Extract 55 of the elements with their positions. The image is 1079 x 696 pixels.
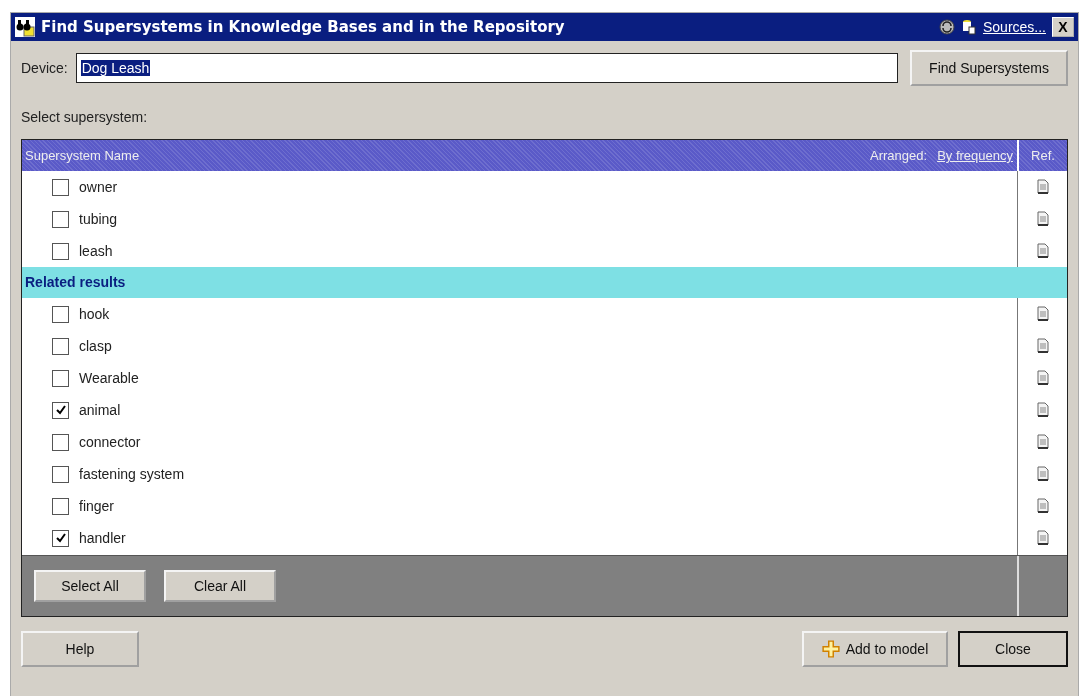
find-supersystems-button[interactable]: Find Supersystems [910, 50, 1068, 86]
table-button[interactable]: Select All [34, 570, 146, 602]
checkbox[interactable] [52, 369, 69, 387]
sort-link[interactable]: By frequency [937, 140, 1019, 171]
selected-text: Dog Leash [80, 60, 151, 76]
sources-link[interactable]: Sources... [982, 19, 1046, 35]
supersystem-name: finger [79, 498, 115, 514]
binoculars-icon [15, 17, 35, 37]
section-header: Related results [22, 267, 1067, 298]
document-icon[interactable] [1036, 306, 1049, 322]
refresh-icon[interactable] [938, 19, 955, 35]
column-header: Ref. [1030, 148, 1056, 163]
checkbox[interactable] [52, 337, 69, 355]
close-button[interactable]: X [1052, 17, 1074, 37]
checkbox[interactable] [52, 433, 69, 451]
window-title: Find Supersystems in Knowledge Bases and in the Repository [41, 18, 565, 36]
document-icon[interactable] [1036, 370, 1049, 386]
document-icon[interactable] [1036, 179, 1049, 195]
document-icon[interactable] [1036, 243, 1049, 259]
checkbox[interactable] [52, 178, 69, 196]
arranged-label: Arranged: [870, 148, 928, 163]
checkbox[interactable] [52, 465, 69, 483]
checkbox[interactable] [52, 529, 69, 547]
supersystem-name: tubing [79, 211, 118, 227]
document-icon[interactable] [1036, 498, 1049, 514]
column-header: Supersystem Name [24, 148, 140, 163]
checkbox[interactable] [52, 401, 69, 419]
device-field[interactable]: Dog Leash [75, 53, 898, 83]
checkbox[interactable] [52, 242, 69, 260]
supersystem-name: hook [79, 306, 110, 322]
document-icon[interactable] [1036, 402, 1049, 418]
supersystem-name: connector [79, 434, 141, 450]
supersystem-name: owner [79, 179, 118, 195]
document-icon[interactable] [1036, 466, 1049, 482]
add-to-model-button[interactable]: Add to model [802, 631, 948, 667]
document-icon[interactable] [1036, 530, 1049, 546]
document-icon[interactable] [1036, 338, 1049, 354]
database-icon[interactable] [960, 19, 977, 35]
supersystem-name: handler [79, 530, 126, 546]
supersystem-name: leash [79, 243, 113, 259]
close-button[interactable]: Close [958, 631, 1068, 667]
select-label: Select supersystem: [21, 109, 149, 125]
device-label: Device: [21, 60, 68, 76]
checkbox[interactable] [52, 210, 69, 228]
document-icon[interactable] [1036, 434, 1049, 450]
supersystem-name: animal [79, 402, 121, 418]
document-icon[interactable] [1036, 211, 1049, 227]
help-button[interactable]: Help [21, 631, 139, 667]
supersystem-name: clasp [79, 338, 112, 354]
supersystem-name: Wearable [79, 370, 139, 386]
table-button[interactable]: Clear All [164, 570, 276, 602]
supersystem-name: fastening system [79, 466, 185, 482]
checkbox[interactable] [52, 497, 69, 515]
plus-icon [821, 640, 840, 658]
checkbox[interactable] [52, 305, 69, 323]
